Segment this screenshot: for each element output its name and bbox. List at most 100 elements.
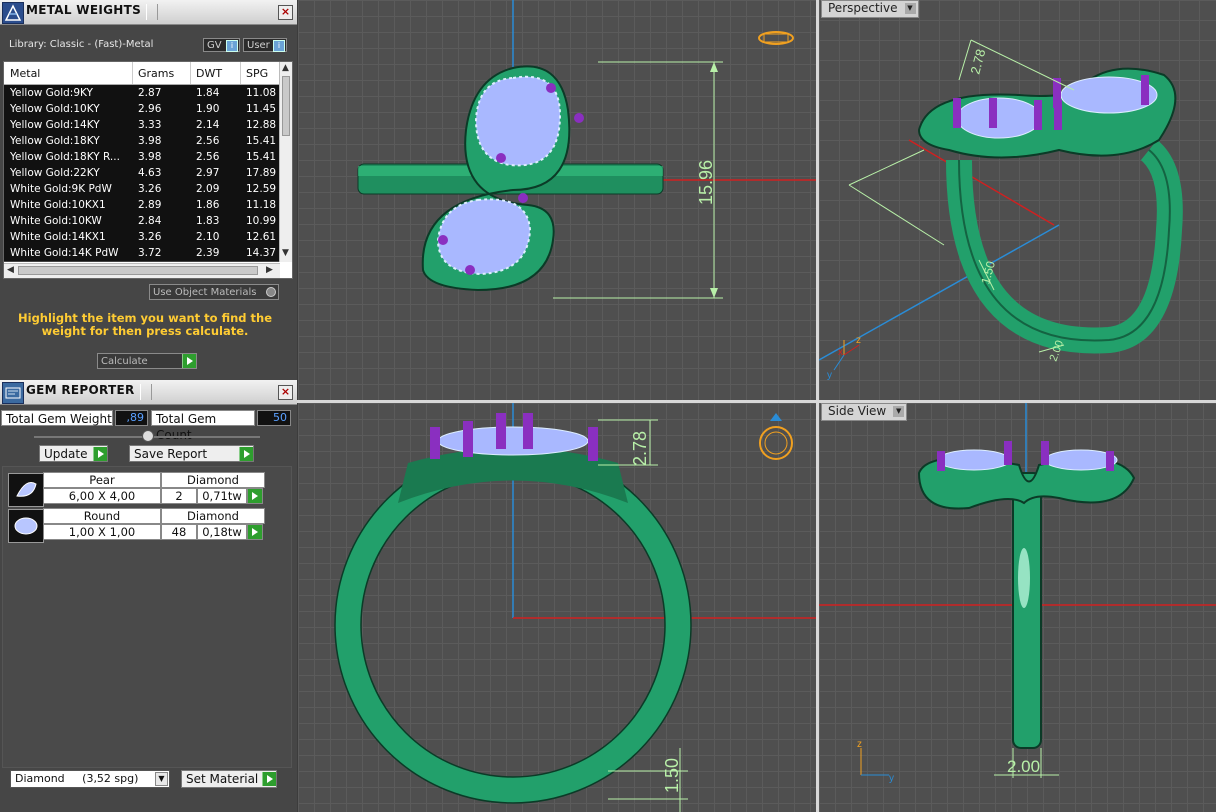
- save-report-button[interactable]: Save Report: [129, 445, 254, 462]
- viewport-divider-vertical[interactable]: [816, 0, 819, 812]
- table-cell: 1.83: [196, 215, 220, 227]
- top-viewport[interactable]: 15.96: [298, 0, 816, 400]
- gem-size: 1,00 X 1,00: [43, 524, 161, 540]
- library-label: Library: Classic - (Fast)-Metal: [9, 39, 154, 50]
- table-row[interactable]: Yellow Gold:10KY 2.96 1.90 11.45: [4, 101, 280, 118]
- gem-shape: Pear: [43, 472, 161, 488]
- table-row[interactable]: Yellow Gold:18KY 3.98 2.56 15.41: [4, 133, 280, 150]
- close-icon[interactable]: ×: [278, 385, 293, 400]
- calculate-label: Calculate: [101, 356, 148, 367]
- table-cell: 2.10: [196, 231, 220, 243]
- table-cell: 2.84: [138, 215, 162, 227]
- metal-table[interactable]: Metal Grams DWT SPG Yellow Gold:9KY 2.87 1…: [3, 61, 293, 279]
- table-row[interactable]: White Gold:14K PdW 3.72 2.39 14.37: [4, 245, 280, 262]
- table-cell: 2.56: [196, 151, 220, 163]
- user-toggle[interactable]: User i: [243, 38, 287, 52]
- perspective-label-button[interactable]: Perspective ▼: [821, 0, 919, 18]
- vertical-scrollbar[interactable]: ▲ ▼: [279, 62, 292, 262]
- persp-axis-z: z: [856, 335, 861, 346]
- col-grams[interactable]: Grams: [138, 67, 174, 80]
- hint-text: Highlight the item you want to find the …: [18, 311, 272, 338]
- side-axis-y: y: [889, 773, 894, 784]
- side-view-label: Side View: [828, 404, 887, 418]
- set-material-button[interactable]: Set Material: [181, 770, 277, 788]
- table-row[interactable]: Yellow Gold:18KY R... 3.98 2.56 15.41: [4, 149, 280, 166]
- side-dim-bottom: 2.00: [1007, 757, 1040, 776]
- viewport-divider-horizontal[interactable]: [297, 400, 1216, 403]
- table-cell: 2.97: [196, 167, 220, 179]
- set-material-label: Set Material: [186, 772, 259, 786]
- table-row[interactable]: White Gold:10KW 2.84 1.83 10.99: [4, 213, 280, 230]
- hscroll-thumb[interactable]: [18, 266, 258, 275]
- table-row[interactable]: White Gold:9K PdW 3.26 2.09 12.59: [4, 181, 280, 198]
- table-cell: 2.56: [196, 135, 220, 147]
- gem-count: 2: [161, 488, 197, 504]
- gem-count: 48: [161, 524, 197, 540]
- top-dimension: 15.96: [696, 160, 716, 205]
- col-metal[interactable]: Metal: [10, 67, 40, 80]
- update-button[interactable]: Update: [39, 445, 108, 462]
- material-select-value: Diamond (3,52 spg): [15, 772, 139, 785]
- table-cell: Yellow Gold:18KY: [10, 135, 100, 147]
- play-icon: [93, 447, 107, 461]
- chevron-down-icon: ▼: [893, 406, 905, 417]
- matrix-logo-icon: [2, 2, 24, 24]
- front-dim-bottom: 1.50: [662, 758, 682, 793]
- total-gem-count-value: 50: [257, 410, 291, 426]
- select-gem-button[interactable]: [247, 488, 263, 504]
- horizontal-scrollbar[interactable]: ◀ ▶: [4, 263, 280, 278]
- table-row[interactable]: Yellow Gold:9KY 2.87 1.84 11.08: [4, 85, 280, 102]
- play-icon: [239, 447, 253, 461]
- table-row[interactable]: Yellow Gold:14KY 3.33 2.14 12.88: [4, 117, 280, 134]
- table-cell: 3.33: [138, 119, 162, 131]
- side-view-label-button[interactable]: Side View ▼: [821, 403, 908, 421]
- table-cell: Yellow Gold:10KY: [10, 103, 100, 115]
- scroll-down-icon[interactable]: ▼: [282, 248, 289, 258]
- use-object-materials-toggle[interactable]: Use Object Materials: [149, 284, 279, 300]
- left-panel: METAL WEIGHTS × Library: Classic - (Fast…: [0, 0, 297, 812]
- metal-weights-titlebar[interactable]: METAL WEIGHTS ×: [0, 0, 297, 25]
- col-spg[interactable]: SPG: [246, 67, 268, 80]
- close-icon[interactable]: ×: [278, 5, 293, 20]
- gem-reporter-titlebar[interactable]: GEM REPORTER ×: [0, 380, 297, 405]
- persp-axis-x: x: [838, 347, 843, 358]
- gem-list: Pear Diamond 6,00 X 4,00 2 0,71tw Round …: [2, 466, 292, 768]
- table-cell: 2.96: [138, 103, 162, 115]
- scroll-up-icon[interactable]: ▲: [282, 63, 289, 73]
- total-gem-weight-label: Total Gem Weight: [1, 410, 113, 426]
- gv-toggle[interactable]: GV i: [203, 38, 240, 52]
- front-viewport[interactable]: 2.78 1.50: [298, 403, 816, 812]
- gem-slider-handle[interactable]: [142, 430, 154, 442]
- select-gem-button[interactable]: [247, 524, 263, 540]
- scroll-right-icon[interactable]: ▶: [266, 265, 273, 275]
- metal-weights-title: METAL WEIGHTS: [26, 3, 142, 17]
- table-cell: 2.89: [138, 199, 162, 211]
- scroll-thumb[interactable]: [282, 76, 290, 136]
- perspective-viewport[interactable]: 2.78 1.50 2.00 z x y Perspective ▼: [819, 0, 1216, 400]
- table-cell: 2.09: [196, 183, 220, 195]
- table-row[interactable]: Yellow Gold:22KY 4.63 2.97 17.89: [4, 165, 280, 182]
- gem-type: Diamond: [161, 508, 265, 524]
- table-cell: Yellow Gold:9KY: [10, 87, 93, 99]
- table-cell: Yellow Gold:22KY: [10, 167, 100, 179]
- gem-type: Diamond: [161, 472, 265, 488]
- play-icon: [182, 354, 196, 368]
- pear-gem-icon: [8, 473, 44, 507]
- table-cell: White Gold:14KX1: [10, 231, 106, 243]
- material-select[interactable]: Diamond (3,52 spg) ▼: [10, 770, 170, 788]
- persp-dim-a: 2.78: [967, 47, 988, 75]
- table-row[interactable]: White Gold:14KX1 3.26 2.10 12.61: [4, 229, 280, 246]
- scroll-left-icon[interactable]: ◀: [7, 265, 14, 275]
- side-viewport[interactable]: 2.00 z y Side View ▼: [819, 403, 1216, 812]
- table-cell: Yellow Gold:18KY R...: [10, 151, 120, 163]
- table-cell: Yellow Gold:14KY: [10, 119, 100, 131]
- play-icon: [262, 772, 276, 786]
- calculate-button[interactable]: Calculate: [97, 353, 197, 369]
- gem-reporter-title: GEM REPORTER: [26, 383, 135, 397]
- col-dwt[interactable]: DWT: [196, 67, 222, 80]
- table-cell: 3.72: [138, 247, 162, 259]
- panel-grip-icon[interactable]: [146, 4, 158, 20]
- panel-grip-icon[interactable]: [140, 384, 152, 400]
- table-row[interactable]: White Gold:10KX1 2.89 1.86 11.18: [4, 197, 280, 214]
- round-gem-icon: [8, 509, 44, 543]
